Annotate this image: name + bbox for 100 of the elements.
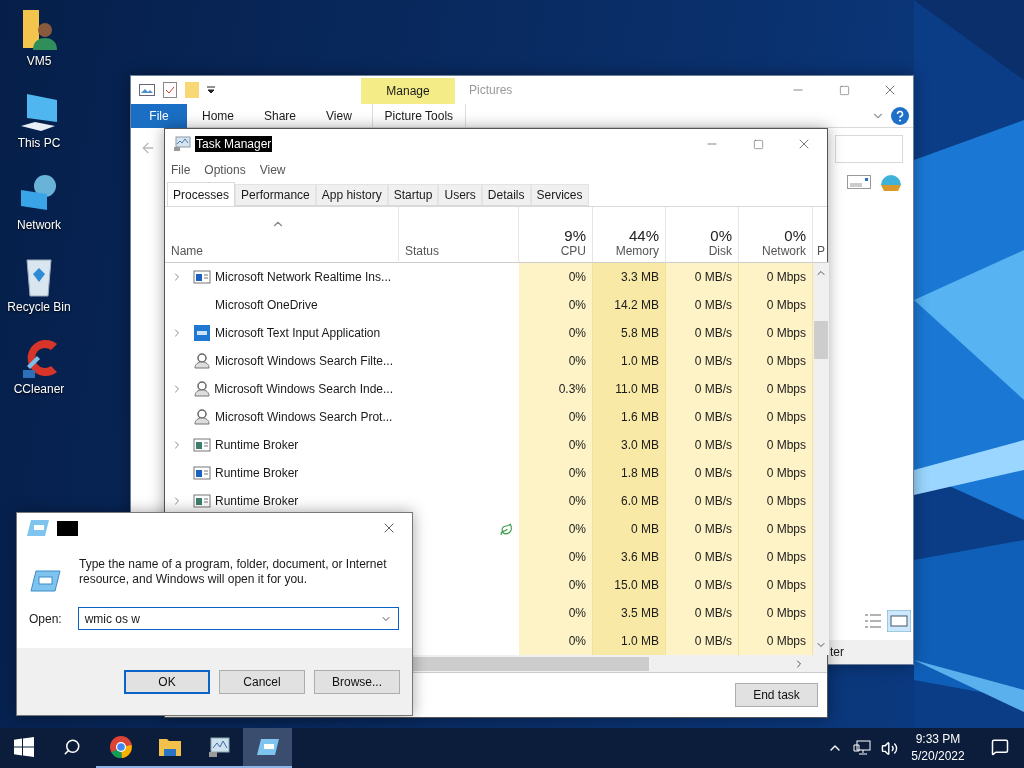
table-cell: 0 MB/s xyxy=(666,599,739,627)
volume-icon[interactable] xyxy=(881,739,898,757)
clock[interactable]: 9:33 PM 5/20/2022 xyxy=(906,731,970,765)
table-cell: 0% xyxy=(519,347,593,375)
table-cell: 0 Mbps xyxy=(739,627,813,655)
table-cell: 0 Mbps xyxy=(739,375,813,403)
tab[interactable]: App history xyxy=(315,184,388,206)
table-cell: 0% xyxy=(519,319,593,347)
desktop-icon[interactable]: This PC xyxy=(1,90,77,150)
table-cell: 0 MB/s xyxy=(666,487,739,515)
table-cell: 1.0 MB xyxy=(593,627,666,655)
dropdown-icon[interactable] xyxy=(207,86,215,94)
table-cell: 0 MB/s xyxy=(666,431,739,459)
table-cell: 0 MB/s xyxy=(666,403,739,431)
table-cell: 0.3% xyxy=(519,375,593,403)
ribbon-tab[interactable]: File xyxy=(131,103,187,128)
table-cell: 0 Mbps xyxy=(739,571,813,599)
scroll-thumb[interactable] xyxy=(814,321,828,359)
tab[interactable]: Users xyxy=(438,184,482,206)
table-cell: 0 Mbps xyxy=(739,403,813,431)
table-cell: 1.6 MB xyxy=(593,403,666,431)
table-cell: 0 MB/s xyxy=(666,319,739,347)
table-cell: 0% xyxy=(519,403,593,431)
table-cell: 3.5 MB xyxy=(593,599,666,627)
window-title: Pictures xyxy=(469,83,514,97)
table-cell: 0 Mbps xyxy=(739,319,813,347)
desktop-icon[interactable]: CCleaner xyxy=(1,336,77,396)
leaf-icon xyxy=(500,522,513,536)
search-service-icon xyxy=(192,380,211,398)
table-cell: 3.0 MB xyxy=(593,431,666,459)
window-icon xyxy=(193,465,211,481)
help-icon[interactable] xyxy=(891,106,909,125)
table-cell: 6.0 MB xyxy=(593,487,666,515)
table-cell: 0 Mbps xyxy=(739,459,813,487)
context-tab-header: Manage xyxy=(361,78,455,104)
table-cell: 0 MB/s xyxy=(666,627,739,655)
window-icon xyxy=(193,269,211,285)
taskbar-app[interactable] xyxy=(243,728,292,768)
maximize-icon xyxy=(838,84,850,96)
redaction-bar xyxy=(57,520,78,536)
command-field[interactable]: wmic os w xyxy=(77,607,399,630)
back-icon[interactable] xyxy=(140,140,156,156)
tab[interactable]: Performance xyxy=(235,184,316,206)
table-cell: 0 Mbps xyxy=(739,347,813,375)
table-cell: 0 Mbps xyxy=(739,263,813,291)
ribbon-tab[interactable]: Share xyxy=(249,103,312,128)
prompt-text: Type the name of a program, folder, document, or Internet resource, and Windows will open it for you. xyxy=(79,557,388,587)
desktop-icon[interactable]: Recycle Bin xyxy=(1,254,77,314)
table-cell: 0 MB/s xyxy=(666,291,739,319)
table-cell: 0 MB/s xyxy=(666,543,739,571)
menu-item[interactable]: File xyxy=(171,163,191,177)
end-task-button[interactable]: End task xyxy=(735,683,818,707)
table-cell: 0% xyxy=(519,459,593,487)
maximize-icon xyxy=(752,138,764,150)
window-icon xyxy=(193,493,211,509)
dialog-button[interactable]: Browse... xyxy=(314,669,400,694)
tab[interactable]: Services xyxy=(530,184,589,206)
thumbnail-view-icon[interactable] xyxy=(887,610,911,632)
windows-logo-icon xyxy=(14,737,34,757)
table-cell: 0 MB/s xyxy=(666,515,739,543)
keyboard-icon xyxy=(193,324,211,342)
table-cell: 0 MB/s xyxy=(666,347,739,375)
table-cell: 0 Mbps xyxy=(739,431,813,459)
table-cell: 1.0 MB xyxy=(593,347,666,375)
table-cell: 0 Mbps xyxy=(739,291,813,319)
table-cell: 0 MB xyxy=(593,515,666,543)
table-cell: 0% xyxy=(519,291,593,319)
table-cell: 3.6 MB xyxy=(593,543,666,571)
chrome-icon xyxy=(108,735,133,759)
notification-icon xyxy=(991,738,1009,756)
search-field[interactable] xyxy=(835,135,903,163)
menu-item[interactable]: View xyxy=(259,163,286,177)
table-cell: 0% xyxy=(519,599,593,627)
details-view-icon[interactable] xyxy=(865,614,881,628)
table-cell: 0% xyxy=(519,515,593,543)
properties-icon xyxy=(163,82,177,98)
search-icon xyxy=(63,738,81,756)
table-cell: 0% xyxy=(519,627,593,655)
dialog-button[interactable]: OK xyxy=(124,669,210,694)
search-service-icon xyxy=(193,408,211,426)
network-icon[interactable] xyxy=(853,740,871,756)
menu-item[interactable]: Options xyxy=(204,163,246,177)
desktop-icon[interactable]: VM5 xyxy=(1,8,77,68)
ribbon-tab[interactable]: Home xyxy=(187,103,249,128)
table-cell: 0 MB/s xyxy=(666,375,739,403)
dialog-button[interactable]: Cancel xyxy=(219,669,305,694)
desktop-icon[interactable]: Network xyxy=(1,172,77,232)
table-cell: 14.2 MB xyxy=(593,291,666,319)
tab[interactable]: Startup xyxy=(387,184,439,206)
ribbon-tab[interactable]: View xyxy=(311,103,367,128)
ribbon-tab[interactable]: Picture Tools xyxy=(371,103,466,128)
table-cell: 0% xyxy=(519,487,593,515)
tab[interactable]: Details xyxy=(481,184,531,206)
picture-icon xyxy=(139,84,155,96)
folder-icon xyxy=(157,736,182,758)
run-icon xyxy=(254,737,281,757)
envelope-icon[interactable] xyxy=(847,175,871,189)
table-cell: 1.8 MB xyxy=(593,459,666,487)
table-cell: 0% xyxy=(519,571,593,599)
tab[interactable]: Processes xyxy=(167,182,236,206)
